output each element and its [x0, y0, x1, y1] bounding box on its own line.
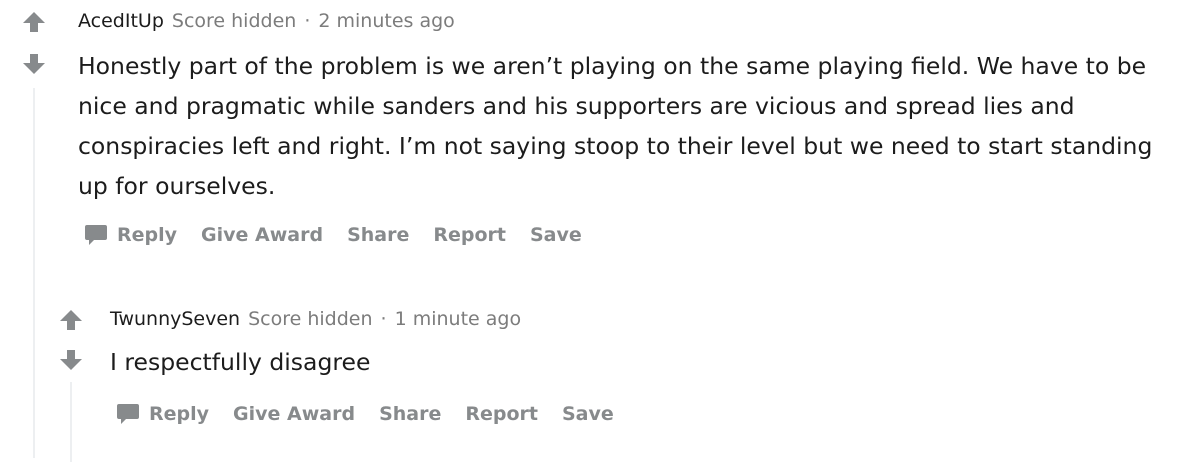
comment-timestamp[interactable]: 2 minutes ago	[318, 10, 454, 32]
upvote-arrow-icon[interactable]	[22, 10, 46, 34]
give-award-button[interactable]: Give Award	[201, 224, 323, 246]
downvote-arrow-icon[interactable]	[22, 52, 46, 76]
give-award-button[interactable]: Give Award	[233, 403, 355, 425]
speech-bubble-icon	[84, 224, 108, 246]
report-button[interactable]: Report	[433, 224, 506, 246]
speech-bubble-icon	[116, 403, 140, 425]
upvote-arrow-icon[interactable]	[59, 308, 83, 332]
comment-meta: TwunnySeven Score hidden · 1 minute ago	[110, 308, 521, 330]
comment-timestamp[interactable]: 1 minute ago	[395, 308, 522, 330]
comment-actions: Reply Give Award Share Report Save	[116, 403, 638, 425]
share-button[interactable]: Share	[379, 403, 441, 425]
comment-body: I respectfully disagree	[110, 348, 371, 376]
meta-separator: ·	[380, 308, 387, 330]
comment-author[interactable]: AcedItUp	[78, 10, 164, 32]
share-button[interactable]: Share	[347, 224, 409, 246]
comment-author[interactable]: TwunnySeven	[110, 308, 240, 330]
comment-body: Honestly part of the problem is we aren’…	[78, 52, 1153, 200]
save-button[interactable]: Save	[530, 224, 582, 246]
score-label: Score hidden	[248, 308, 373, 330]
meta-separator: ·	[304, 10, 311, 32]
downvote-arrow-icon[interactable]	[59, 348, 83, 372]
reply-button[interactable]: Reply	[84, 224, 177, 246]
reply-label: Reply	[149, 403, 210, 425]
thread-line[interactable]	[70, 382, 72, 462]
save-button[interactable]: Save	[562, 403, 614, 425]
thread-line[interactable]	[33, 88, 35, 458]
comment-actions: Reply Give Award Share Report Save	[84, 224, 606, 246]
reply-button[interactable]: Reply	[116, 403, 209, 425]
reply-label: Reply	[117, 224, 178, 246]
report-button[interactable]: Report	[465, 403, 538, 425]
comment-meta: AcedItUp Score hidden · 2 minutes ago	[78, 10, 455, 32]
score-label: Score hidden	[171, 10, 297, 32]
